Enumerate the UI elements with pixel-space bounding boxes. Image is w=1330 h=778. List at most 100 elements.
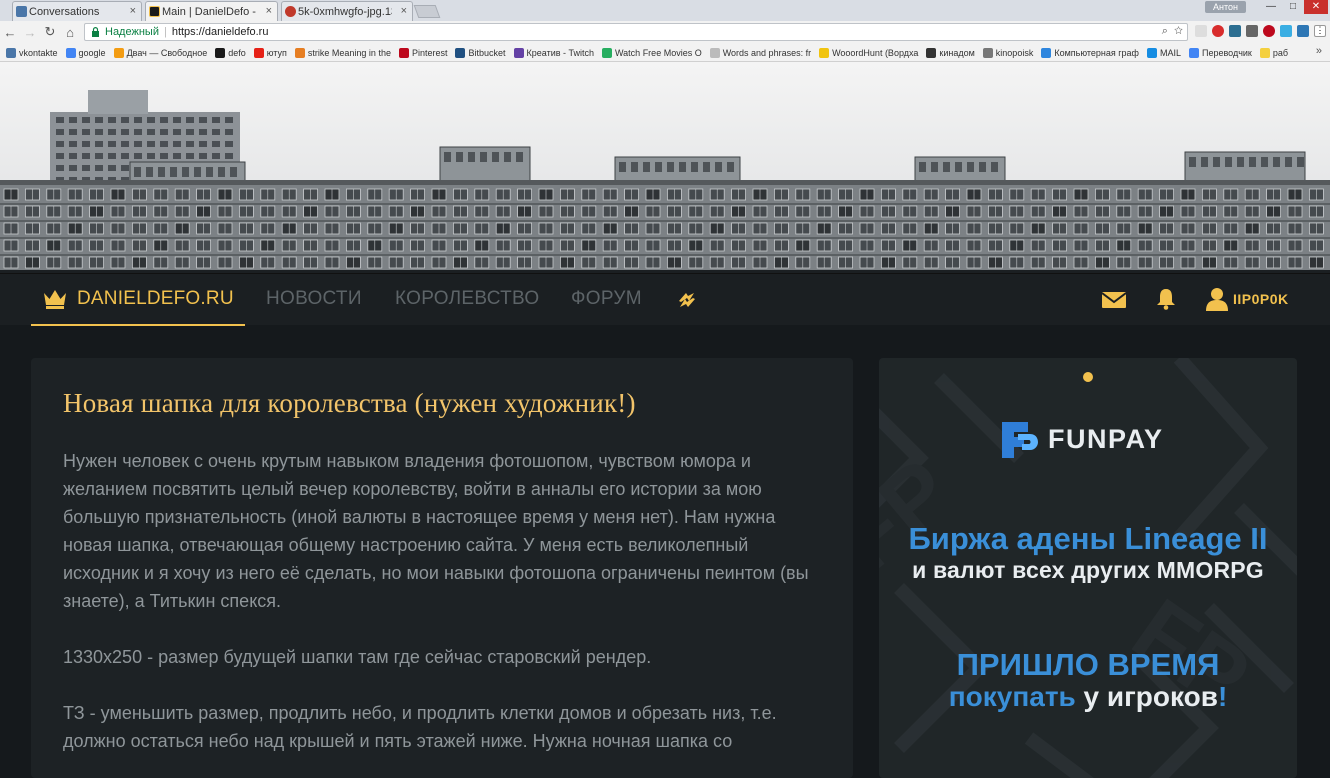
ad-headline: Биржа адены Lineage II <box>908 521 1268 556</box>
bookmark-item[interactable]: Переводчик <box>1188 47 1252 58</box>
bookmark-label: MAIL <box>1159 47 1181 58</box>
bookmark-label: Креатив - Twitch <box>526 47 595 58</box>
nav-kingdom[interactable]: КОРОЛЕВСТВО <box>395 288 539 310</box>
tab-close-icon[interactable]: × <box>401 5 407 17</box>
bookmark-favicon-icon <box>398 47 409 58</box>
forward-icon[interactable]: → <box>20 25 40 40</box>
reload-icon[interactable]: ↻ <box>40 24 60 40</box>
bookmark-favicon-icon <box>6 47 16 58</box>
lock-icon <box>92 27 99 37</box>
bookmark-item[interactable]: google <box>65 47 106 58</box>
crown-icon <box>44 290 66 309</box>
extension-icon[interactable] <box>1280 25 1292 37</box>
address-bar[interactable]: Надежный | https://danieldefo.ru ⌕ ☆ <box>84 23 1188 41</box>
minimize-button[interactable]: — <box>1260 0 1282 14</box>
nav-forum[interactable]: ФОРУМ <box>571 288 642 310</box>
bell-icon[interactable] <box>1156 288 1176 310</box>
brand-link[interactable]: DANIELDEFO.RU <box>31 274 245 326</box>
bookmark-favicon-icon <box>1041 47 1052 58</box>
defo-favicon-icon <box>149 6 160 17</box>
bookmark-item[interactable]: Pinterest <box>398 47 447 58</box>
funpay-advertisement[interactable]: FP FP FUNPAY Биржа адены Lineage II и ва… <box>879 358 1297 778</box>
bookmark-item[interactable]: kinopoisk <box>982 47 1034 58</box>
bookmark-item[interactable]: vkontakte <box>6 47 58 58</box>
maximize-button[interactable]: □ <box>1282 0 1304 14</box>
security-label: Надежный <box>105 26 159 38</box>
tab-title: Main | DanielDefo - Нов <box>162 5 257 18</box>
extension-icon[interactable] <box>1297 25 1309 37</box>
bookmark-label: Двач — Свободное <box>126 47 208 58</box>
bookmark-favicon-icon <box>709 47 720 58</box>
mail-icon[interactable] <box>1102 292 1126 308</box>
bookmarks-overflow-icon[interactable]: » <box>1316 45 1322 57</box>
ad-cta-exclaim: ! <box>1217 681 1228 712</box>
carousel-dot[interactable] <box>1083 372 1093 382</box>
nav-news[interactable]: НОВОСТИ <box>266 288 362 310</box>
brand-label: DANIELDEFO.RU <box>77 288 234 309</box>
refresh-arrows-icon[interactable] <box>676 290 698 310</box>
tab-close-icon[interactable]: × <box>130 5 136 17</box>
extension-icon[interactable] <box>1195 25 1207 37</box>
bookmark-item[interactable]: кинадом <box>926 47 975 58</box>
bookmark-favicon-icon <box>65 47 76 58</box>
ad-cta-line2: покупать у игроков! <box>879 681 1297 713</box>
bookmark-item[interactable]: Креатив - Twitch <box>513 47 595 58</box>
bookmark-favicon-icon <box>513 47 524 58</box>
url-text[interactable]: https://danieldefo.ru <box>172 26 269 38</box>
funpay-logo-icon <box>1002 422 1038 458</box>
bookmark-item[interactable]: раб <box>1259 47 1289 58</box>
home-icon[interactable]: ⌂ <box>60 25 80 40</box>
bookmark-favicon-icon <box>602 47 613 58</box>
ad-subheadline: и валют всех других MMORPG <box>912 557 1264 583</box>
bookmark-favicon-icon <box>113 47 124 58</box>
omnibox-actions: ⌕ ☆ <box>1162 25 1183 38</box>
user-icon[interactable] <box>1205 287 1229 311</box>
zoom-icon[interactable]: ⌕ <box>1162 25 1168 37</box>
tab-title: Conversations <box>29 5 100 18</box>
article-card: Новая шапка для королевства (нужен худож… <box>31 358 853 778</box>
profile-name-badge[interactable]: Антон <box>1205 1 1246 13</box>
bookmark-item[interactable]: MAIL <box>1146 47 1181 58</box>
tab-strip: Conversations × Main | DanielDefo - Нов … <box>0 0 1330 21</box>
tab-danieldefo[interactable]: Main | DanielDefo - Нов × <box>145 1 278 21</box>
bookmark-favicon-icon <box>215 47 226 58</box>
tab-close-icon[interactable]: × <box>266 5 272 17</box>
bookmark-item[interactable]: strike Meaning in the <box>294 47 391 58</box>
bookmark-label: раб <box>1272 47 1289 58</box>
bookmark-favicon-icon <box>294 47 305 58</box>
bookmark-favicon-icon <box>253 47 264 58</box>
bookmark-star-icon[interactable]: ☆ <box>1174 25 1183 37</box>
article-paragraph: 1330x250 - размер будущей шапки там где … <box>63 647 652 667</box>
bookmark-item[interactable]: ютуп <box>253 47 287 58</box>
extensions-area: ⋮ <box>1195 25 1326 37</box>
bookmark-item[interactable]: Двач — Свободное <box>113 47 208 58</box>
image-favicon-icon <box>285 6 296 17</box>
extension-icon[interactable] <box>1246 25 1258 37</box>
bookmark-favicon-icon <box>982 47 993 58</box>
bookmark-label: WooordHunt (Вордха <box>832 47 919 58</box>
username-link[interactable]: IIP0P0K <box>1233 291 1289 307</box>
ad-cta-line1: ПРИШЛО ВРЕМЯ <box>956 647 1220 682</box>
menu-icon[interactable]: ⋮ <box>1314 25 1326 37</box>
bookmark-item[interactable]: Words and phrases: fr <box>709 47 811 58</box>
adblock-icon[interactable] <box>1212 25 1224 37</box>
bookmark-favicon-icon <box>1259 47 1270 58</box>
pinterest-icon[interactable] <box>1263 25 1275 37</box>
bookmark-favicon-icon <box>819 47 830 58</box>
back-icon[interactable]: ← <box>0 25 20 40</box>
article-paragraph: ТЗ - уменьшить размер, продлить небо, и … <box>63 703 777 751</box>
article-title: Новая шапка для королевства (нужен худож… <box>63 388 636 418</box>
tab-conversations[interactable]: Conversations × <box>12 1 142 21</box>
extension-icon[interactable] <box>1229 25 1241 37</box>
vk-favicon-icon <box>16 6 27 17</box>
bookmark-item[interactable]: Watch Free Movies O <box>602 47 702 58</box>
bookmark-item[interactable]: WooordHunt (Вордха <box>819 47 919 58</box>
bookmark-item[interactable]: defo <box>215 47 246 58</box>
bookmarks-bar: vkontakte google Двач — Свободное defo ютуп s… <box>0 43 1330 62</box>
tab-image[interactable]: 5k-0xmhwgfo-jpg.1374 × <box>281 1 413 21</box>
bookmark-label: kinopoisk <box>995 47 1034 58</box>
bookmark-item[interactable]: Компьютерная граф <box>1041 47 1139 58</box>
bookmark-item[interactable]: Bitbucket <box>455 47 506 58</box>
new-tab-button[interactable] <box>413 5 441 18</box>
window-close-button[interactable]: ✕ <box>1304 0 1328 14</box>
